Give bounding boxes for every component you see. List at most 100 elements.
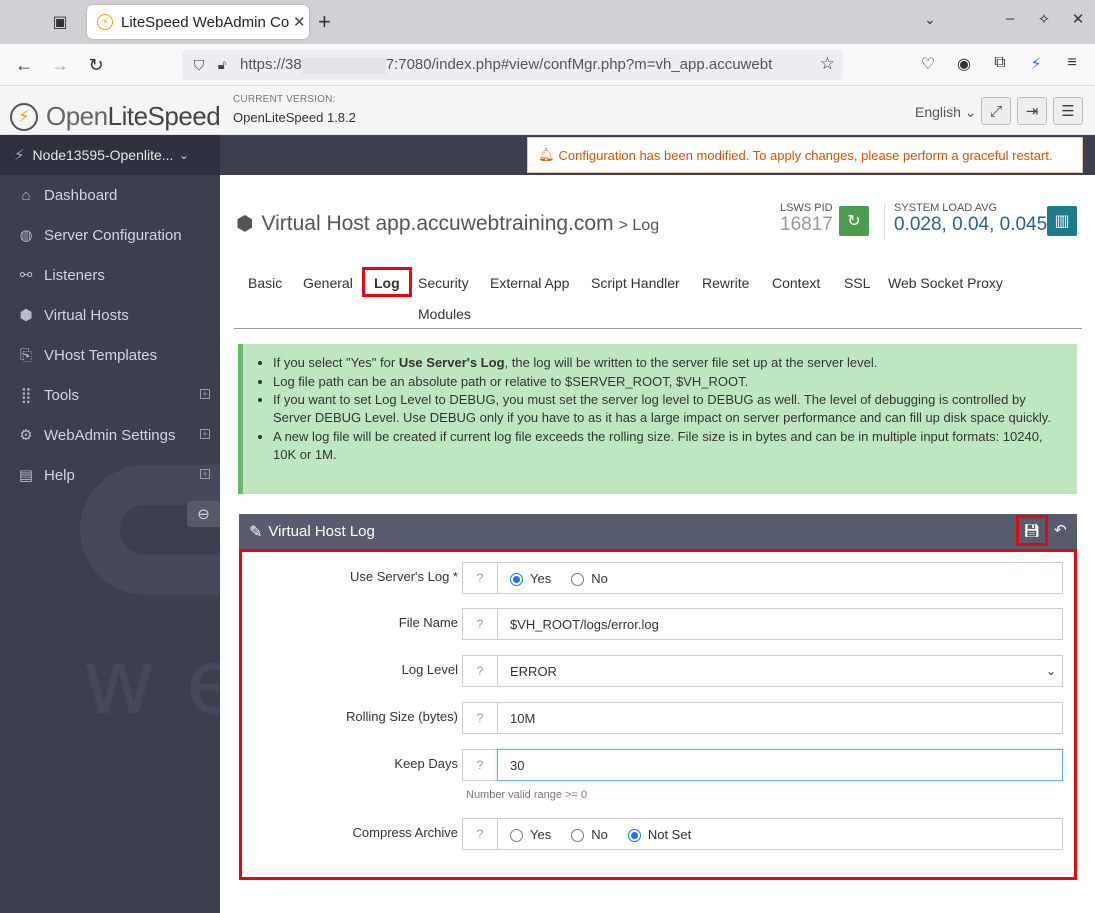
- radio-selected[interactable]: [510, 572, 523, 586]
- log-level-select[interactable]: ERROR ⌄: [497, 655, 1063, 687]
- shield-icon[interactable]: ⛉: [190, 57, 208, 74]
- collapse-sidebar-icon[interactable]: ⊖: [187, 501, 220, 527]
- logout-icon[interactable]: ⇥: [1017, 97, 1047, 125]
- tab-ssl[interactable]: SSL: [844, 275, 870, 291]
- radio-selected[interactable]: [627, 828, 641, 842]
- help-icon[interactable]: ?: [462, 655, 498, 687]
- sidebar-item-label: WebAdmin Settings: [44, 426, 176, 444]
- undo-icon[interactable]: ↶: [1054, 521, 1067, 539]
- rolling-size-input[interactable]: 10M: [497, 702, 1063, 734]
- lock-icon[interactable]: 🔓︎: [214, 57, 230, 73]
- url-text[interactable]: https://38 7:7080/index.php#view/confMgr.…: [240, 56, 810, 74]
- tab-script-handler[interactable]: Script Handler: [591, 275, 680, 291]
- menu-toggle-icon[interactable]: ☰: [1053, 97, 1083, 125]
- info-box: If you select "Yes" for Use Server's Log…: [238, 344, 1077, 494]
- openlitespeed-logo[interactable]: ⚡ OpenLiteSpeed: [10, 101, 221, 132]
- keep-days-hint: Number valid range >= 0: [466, 789, 588, 801]
- sidebar-item-help[interactable]: ▤ Help +: [0, 455, 220, 495]
- tab-log[interactable]: Log: [362, 267, 412, 297]
- help-icon[interactable]: ?: [462, 749, 498, 781]
- sidebar-item-listeners[interactable]: ⚯ Listeners: [0, 255, 220, 295]
- form-row-compress-archive: Compress Archive ? Yes No Not Set: [242, 818, 1074, 850]
- reload-icon[interactable]: ↻: [84, 54, 108, 76]
- new-tab-icon[interactable]: +: [318, 10, 331, 34]
- cube-icon: ⬢: [236, 213, 254, 235]
- sidebar-item-server-configuration[interactable]: ◍ Server Configuration: [0, 215, 220, 255]
- tab-basic[interactable]: Basic: [248, 275, 282, 291]
- chevron-down-icon: ⌄: [1045, 664, 1056, 678]
- tab-general[interactable]: General: [303, 275, 353, 291]
- compress-not-set[interactable]: Not Set: [627, 827, 691, 842]
- sidebar-item-virtual-hosts[interactable]: ⬢ Virtual Hosts: [0, 295, 220, 335]
- language-dropdown[interactable]: English ⌄: [915, 104, 977, 121]
- extensions-icon[interactable]: ⧉: [988, 54, 1012, 72]
- keep-days-input[interactable]: 30: [497, 749, 1063, 781]
- save-icon[interactable]: 💾︎: [1016, 515, 1048, 546]
- tab-rewrite[interactable]: Rewrite: [702, 275, 749, 291]
- lsws-pid: LSWS PID 16817: [780, 202, 833, 236]
- tab-history-icon[interactable]: ▣: [48, 10, 72, 34]
- help-icon[interactable]: ?: [462, 818, 498, 850]
- page-title-text: Virtual Host app.accuwebtraining.com: [261, 212, 614, 235]
- use-server-log-no[interactable]: No: [571, 571, 608, 586]
- divider: [884, 203, 885, 239]
- alert-text: Configuration has been modified. To appl…: [558, 147, 1053, 163]
- radio[interactable]: [510, 828, 523, 842]
- page-subtitle: > Log: [618, 217, 660, 234]
- compress-yes[interactable]: Yes: [510, 827, 551, 842]
- address-bar[interactable]: ⛉ 🔓︎ https://38 7:7080/index.php#view/con…: [182, 50, 843, 80]
- bookmark-star-icon[interactable]: ☆: [820, 54, 835, 74]
- config-tabs: Basic General Log Security External App …: [234, 267, 1082, 329]
- tab-context[interactable]: Context: [772, 275, 820, 291]
- help-icon[interactable]: ?: [462, 702, 498, 734]
- tab-external-app[interactable]: External App: [490, 275, 569, 291]
- file-name-input[interactable]: $VH_ROOT/logs/error.log: [497, 608, 1063, 640]
- tab-security[interactable]: Security: [418, 275, 469, 291]
- litespeed-favicon-icon: ⚡: [97, 14, 113, 30]
- info-line: Log file path can be an absolute path or…: [273, 373, 1065, 391]
- account-icon[interactable]: ◉: [952, 54, 976, 74]
- minimize-icon[interactable]: –: [993, 10, 1027, 28]
- use-server-log-yes[interactable]: Yes: [510, 571, 551, 586]
- forward-icon[interactable]: →: [48, 54, 72, 76]
- pocket-icon[interactable]: ♡: [916, 54, 940, 74]
- expand-icon[interactable]: +: [200, 429, 210, 439]
- lightning-extension-icon[interactable]: ⚡: [1024, 54, 1048, 74]
- tab-modules[interactable]: Modules: [418, 306, 471, 322]
- sidebar-item-webadmin-settings[interactable]: ⚙ WebAdmin Settings +: [0, 415, 220, 455]
- radio[interactable]: [571, 828, 585, 842]
- restart-icon[interactable]: ↻: [839, 206, 869, 236]
- close-window-icon[interactable]: ✕: [1061, 10, 1095, 28]
- expand-icon[interactable]: +: [200, 389, 210, 399]
- info-line: If you select "Yes" for Use Server's Log…: [273, 354, 1065, 372]
- node-selector[interactable]: ⚡ Node13595-Openlite... ⌄: [0, 135, 220, 175]
- bolt-icon: ⚡: [14, 147, 25, 164]
- close-tab-icon[interactable]: ✕: [293, 13, 306, 31]
- compress-no[interactable]: No: [571, 827, 608, 842]
- fullscreen-icon[interactable]: ⤢: [981, 97, 1011, 125]
- list-tabs-icon[interactable]: ⌄: [924, 11, 936, 28]
- form-row-file-name: File Name ? $VH_ROOT/logs/error.log: [242, 608, 1074, 640]
- sidebar-item-dashboard[interactable]: ⌂ Dashboard: [0, 175, 220, 215]
- radio[interactable]: [571, 572, 585, 586]
- pid-value: 16817: [780, 214, 833, 235]
- use-server-log-radios: Yes No: [497, 562, 1063, 594]
- info-line: If you want to set Log Level to DEBUG, y…: [273, 391, 1065, 427]
- expand-icon[interactable]: +: [200, 469, 210, 479]
- back-icon[interactable]: ←: [12, 54, 36, 76]
- help-icon[interactable]: ?: [462, 562, 498, 594]
- help-icon[interactable]: ?: [462, 608, 498, 640]
- tab-web-socket-proxy[interactable]: Web Socket Proxy: [888, 275, 1003, 291]
- restart-alert[interactable]: 🔔︎ Configuration has been modified. To a…: [527, 137, 1083, 173]
- load-value: 0.028, 0.04, 0.045: [894, 214, 1048, 235]
- browser-tab-bar: ▣ ⚡ LiteSpeed WebAdmin Co ✕ + ⌄ – ⟡ ✕: [0, 0, 1095, 44]
- form-row-use-server-log: Use Server's Log * ? Yes No: [242, 562, 1074, 594]
- bar-chart-icon[interactable]: ▥: [1047, 206, 1077, 236]
- browser-tab[interactable]: ⚡ LiteSpeed WebAdmin Co ✕: [87, 5, 309, 39]
- sidebar-item-tools[interactable]: ⣿ Tools +: [0, 375, 220, 415]
- maximize-icon[interactable]: ⟡: [1027, 10, 1061, 28]
- field-label: Rolling Size (bytes): [346, 709, 458, 724]
- sidebar-item-vhost-templates[interactable]: ⎘ VHost Templates: [0, 335, 220, 375]
- form-row-log-level: Log Level ? ERROR ⌄: [242, 655, 1074, 687]
- hamburger-menu-icon[interactable]: ≡: [1060, 54, 1084, 72]
